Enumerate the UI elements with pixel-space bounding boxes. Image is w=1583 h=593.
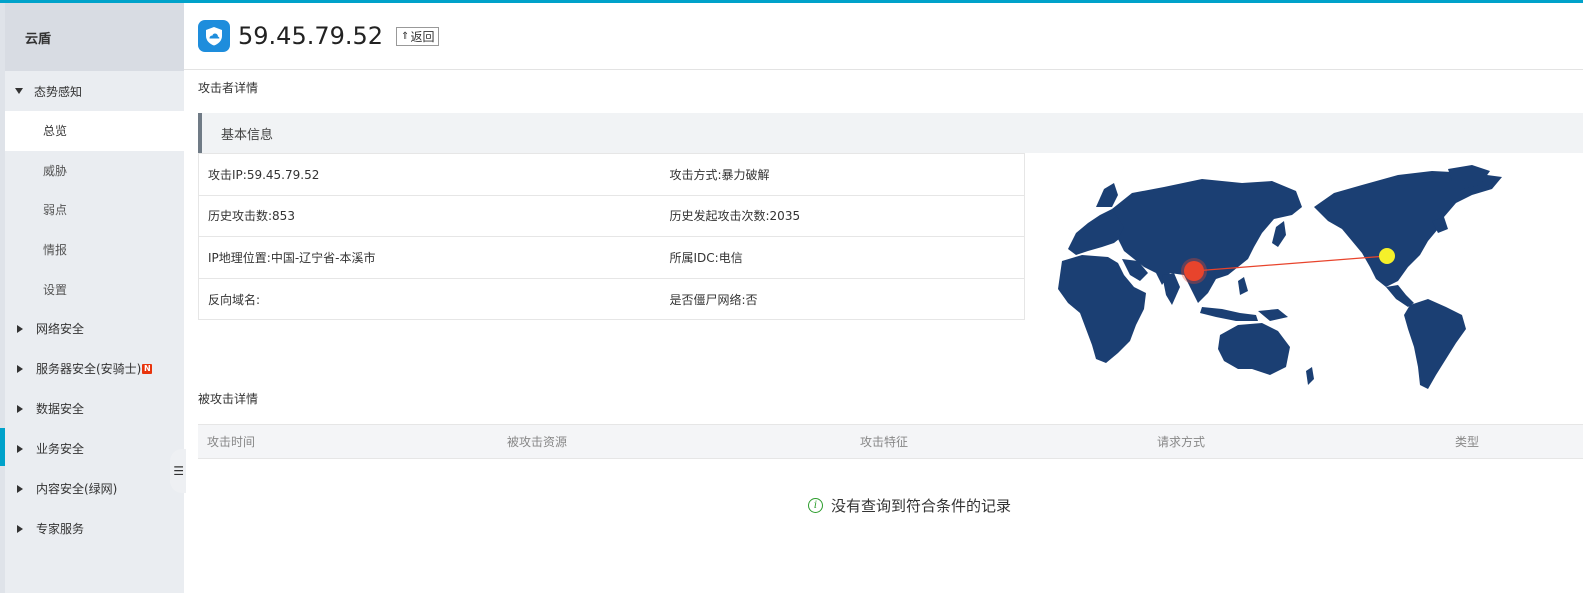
basic-info-header: 基本信息 xyxy=(198,113,1583,153)
reverse-domain-cell: 反向域名: xyxy=(198,277,661,321)
sidebar-title: 云盾 xyxy=(5,3,184,71)
map-central-america xyxy=(1386,285,1414,307)
sidebar-group-label: 态势感知 xyxy=(34,84,83,99)
caret-down-icon xyxy=(15,88,23,94)
caret-right-icon xyxy=(17,324,23,333)
sidebar: 云盾 态势感知 总览 威胁 弱点 情报 设置 网络安全 服务器安全(安骑士) N… xyxy=(5,3,184,593)
sidebar-group-expert-services[interactable]: 专家服务 xyxy=(5,509,184,549)
map-north-america xyxy=(1314,171,1502,287)
map-indonesia xyxy=(1200,307,1258,321)
sidebar-group-server-security[interactable]: 服务器安全(安骑士) N xyxy=(5,349,184,389)
caret-right-icon xyxy=(17,364,23,373)
page-title: 59.45.79.52 xyxy=(238,22,384,50)
sidebar-item-weaknesses[interactable]: 弱点 xyxy=(5,190,184,230)
table-row: 攻击IP:59.45.79.52 攻击方式:暴力破解 xyxy=(198,153,1025,196)
shield-icon xyxy=(198,20,230,52)
sidebar-group-label: 内容安全(绿网) xyxy=(36,482,118,497)
basic-info-table: 攻击IP:59.45.79.52 攻击方式:暴力破解 历史攻击数:853 历史发… xyxy=(198,153,1025,321)
map-india xyxy=(1162,273,1180,305)
back-button[interactable]: ⇑ 返回 xyxy=(396,26,440,46)
sidebar-item-threats[interactable]: 威胁 xyxy=(5,151,184,191)
map-philippines xyxy=(1238,277,1248,295)
sidebar-group-network-security[interactable]: 网络安全 xyxy=(5,309,184,349)
col-request-method: 请求方式 xyxy=(1157,424,1455,459)
col-attack-signature: 攻击特征 xyxy=(860,424,1157,459)
table-row: 反向域名: 是否僵尸网络:否 xyxy=(198,277,1025,321)
menu-icon: ☰ xyxy=(173,464,184,478)
sidebar-item-intelligence[interactable]: 情报 xyxy=(5,230,184,270)
map-new-zealand xyxy=(1306,367,1314,385)
map-scandinavia xyxy=(1096,183,1118,207)
map-australia xyxy=(1218,323,1290,375)
new-badge: N xyxy=(142,363,153,374)
map-new-guinea xyxy=(1258,309,1288,321)
sidebar-group-label: 数据安全 xyxy=(36,402,85,417)
sidebar-item-settings[interactable]: 设置 xyxy=(5,269,184,309)
caret-right-icon xyxy=(17,444,23,453)
attack-ip-cell: 攻击IP:59.45.79.52 xyxy=(198,153,661,196)
empty-state-text: 没有查询到符合条件的记录 xyxy=(831,497,1012,515)
sidebar-group-label: 服务器安全(安骑士) xyxy=(36,362,142,377)
info-icon: i xyxy=(808,498,823,513)
back-button-label: 返回 xyxy=(410,29,435,44)
col-attack-time: 攻击时间 xyxy=(198,424,507,459)
sidebar-group-situation-awareness[interactable]: 态势感知 xyxy=(5,71,184,111)
sidebar-group-label: 业务安全 xyxy=(36,442,85,457)
table-row: IP地理位置:中国-辽宁省-本溪市 所属IDC:电信 xyxy=(198,236,1025,279)
table-header-row: 攻击时间 被攻击资源 攻击特征 请求方式 类型 xyxy=(198,424,1583,459)
sidebar-group-data-security[interactable]: 数据安全 xyxy=(5,389,184,429)
idc-cell: 所属IDC:电信 xyxy=(660,236,1025,279)
map-south-america xyxy=(1404,299,1466,389)
main-content: 59.45.79.52 ⇑ 返回 攻击者详情 基本信息 攻击IP:59.45.7… xyxy=(184,3,1583,593)
attacker-details-title: 攻击者详情 xyxy=(198,81,259,95)
history-attack-count-cell: 历史攻击数:853 xyxy=(198,194,661,238)
arrow-up-icon: ⇑ xyxy=(401,30,410,42)
table-row: 历史攻击数:853 历史发起攻击次数:2035 xyxy=(198,194,1025,238)
sidebar-group-content-security[interactable]: 内容安全(绿网) xyxy=(5,469,184,509)
caret-right-icon xyxy=(17,404,23,413)
col-attacked-resource: 被攻击资源 xyxy=(507,424,860,459)
page-header: 59.45.79.52 ⇑ 返回 xyxy=(184,3,1583,70)
attack-source-point xyxy=(1184,261,1204,281)
map-japan xyxy=(1272,221,1286,247)
sidebar-group-label: 专家服务 xyxy=(36,522,85,537)
caret-right-icon xyxy=(17,484,23,493)
attacked-details-table: 攻击时间 被攻击资源 攻击特征 请求方式 类型 xyxy=(198,424,1583,459)
attacked-details-title: 被攻击详情 xyxy=(198,392,259,406)
col-type: 类型 xyxy=(1455,424,1583,459)
attack-method-cell: 攻击方式:暴力破解 xyxy=(660,153,1025,196)
caret-right-icon xyxy=(17,524,23,533)
attack-target-point xyxy=(1379,248,1395,264)
sidebar-item-overview[interactable]: 总览 xyxy=(5,111,184,151)
history-launched-count-cell: 历史发起攻击次数:2035 xyxy=(660,194,1025,238)
empty-state-message: i 没有查询到符合条件的记录 xyxy=(808,495,1011,516)
botnet-cell: 是否僵尸网络:否 xyxy=(660,277,1025,321)
ip-location-cell: IP地理位置:中国-辽宁省-本溪市 xyxy=(198,236,661,279)
attack-world-map xyxy=(1058,165,1502,389)
sidebar-group-business-security[interactable]: 业务安全 xyxy=(5,429,184,469)
sidebar-group-label: 网络安全 xyxy=(36,322,85,337)
